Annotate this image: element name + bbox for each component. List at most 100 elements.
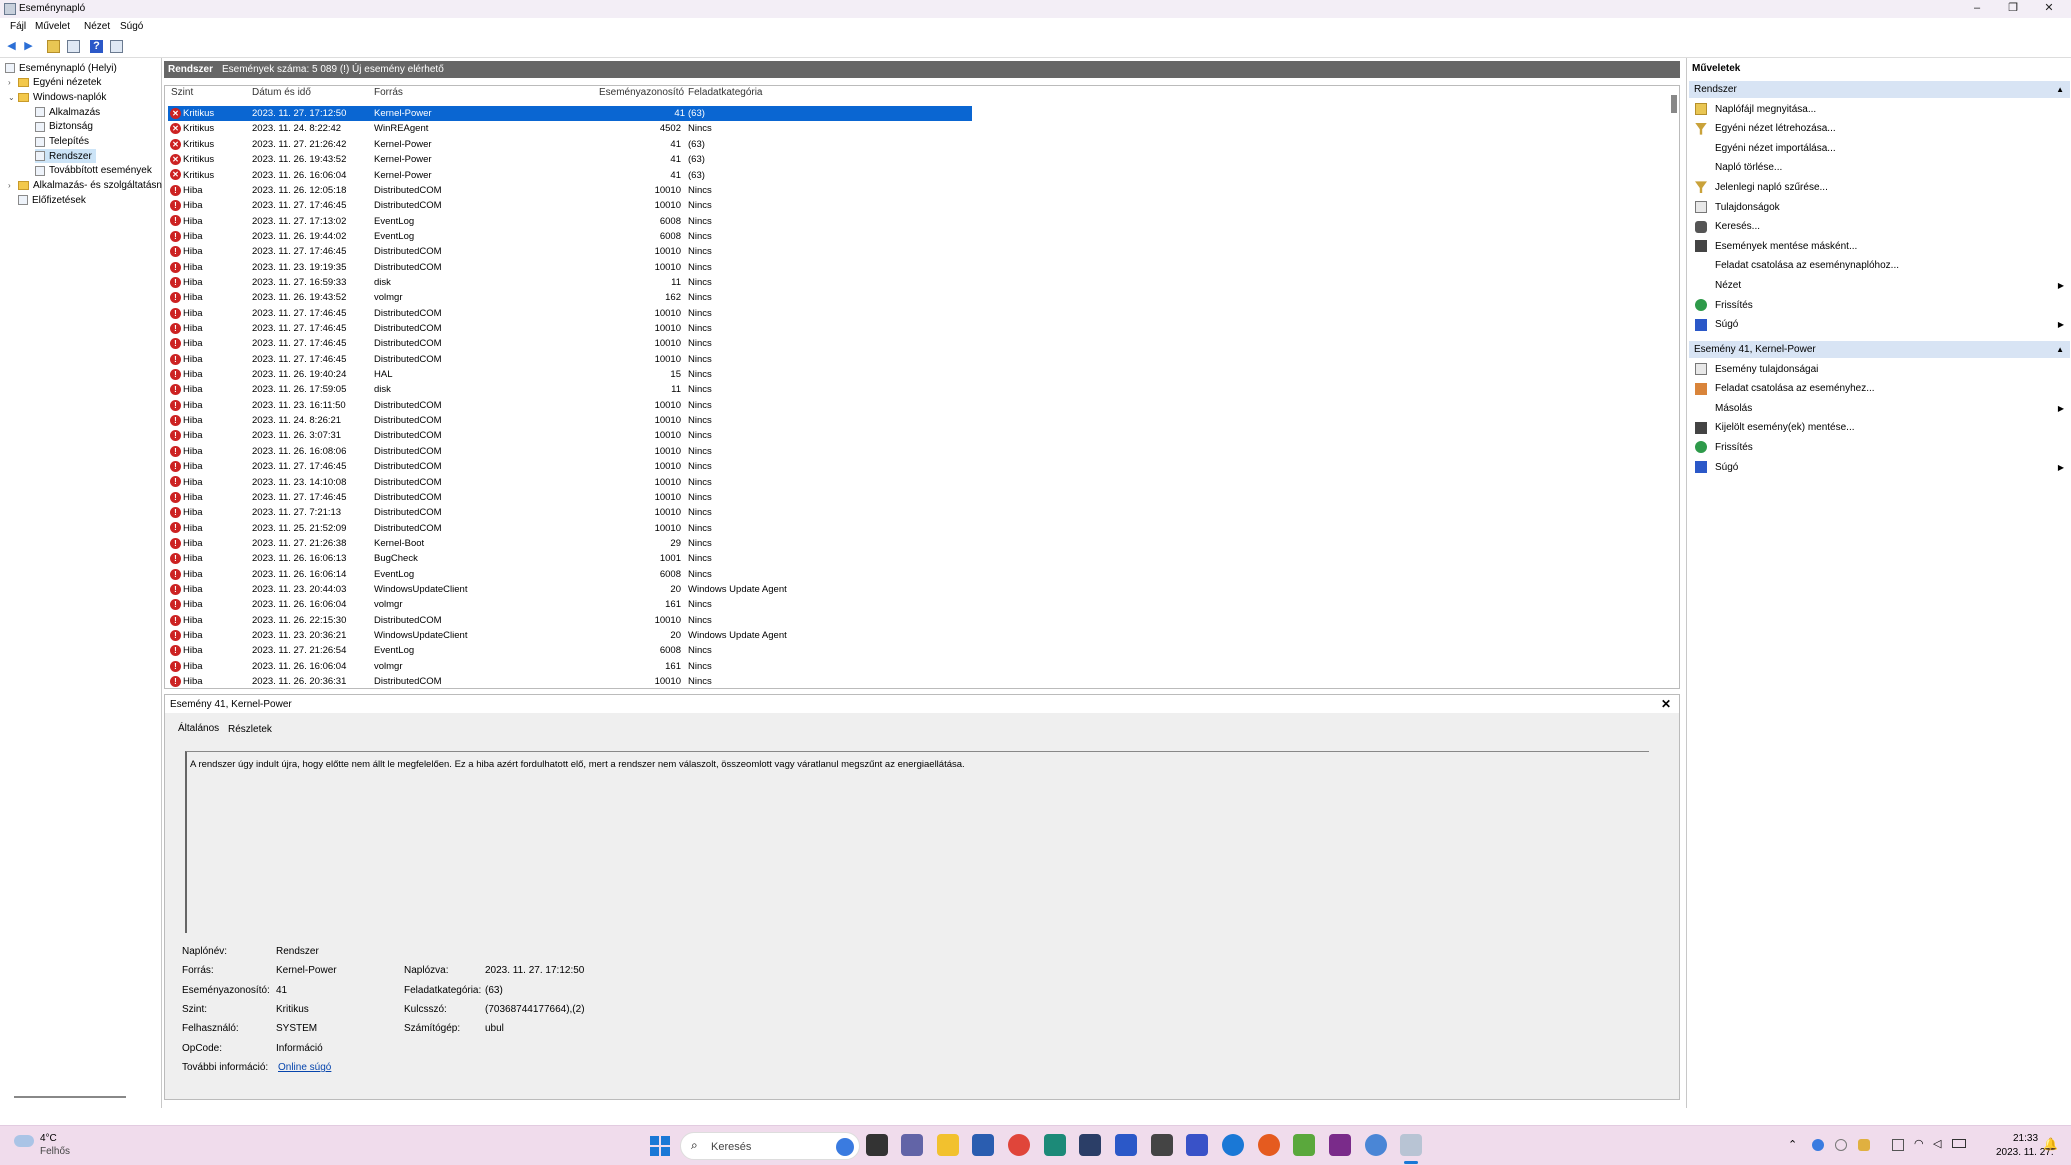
close-button[interactable]: ✕ bbox=[2034, 0, 2064, 18]
table-row[interactable]: ! Hiba 2023. 11. 26. 16:06:13 BugCheck 1001 N… bbox=[168, 551, 968, 566]
collapse-icon[interactable]: ⌄ bbox=[8, 93, 18, 102]
menu-view[interactable]: Nézet bbox=[84, 21, 110, 32]
action-item[interactable]: Nézet ▶ bbox=[1690, 276, 2070, 294]
action-item[interactable]: Súgó ▶ bbox=[1690, 458, 2070, 476]
table-row[interactable]: ! Hiba 2023. 11. 26. 19:40:24 HAL 15 Nincs bbox=[168, 367, 968, 382]
action-item[interactable]: Naplófájl megnyitása... bbox=[1690, 100, 2070, 118]
save-icon[interactable] bbox=[1115, 1134, 1137, 1156]
table-row[interactable]: ! Hiba 2023. 11. 27. 17:13:02 EventLog 6008 N… bbox=[168, 213, 968, 228]
back-icon[interactable]: ◀ bbox=[5, 40, 18, 53]
table-row[interactable]: ! Hiba 2023. 11. 26. 20:36:31 DistributedCO… bbox=[168, 674, 968, 688]
tree-node[interactable]: › Egyéni nézetek bbox=[8, 76, 101, 90]
tree-node[interactable]: ⌄ Windows-naplók bbox=[8, 90, 106, 104]
expand-icon[interactable]: › bbox=[8, 78, 18, 87]
action-item[interactable]: Frissítés bbox=[1690, 438, 2070, 456]
table-row[interactable]: ! Hiba 2023. 11. 26. 12:05:18 DistributedCO… bbox=[168, 183, 968, 198]
table-row[interactable]: ! Hiba 2023. 11. 26. 22:15:30 DistributedCO… bbox=[168, 613, 968, 628]
table-row[interactable]: ! Hiba 2023. 11. 27. 17:46:45 DistributedCO… bbox=[168, 321, 968, 336]
table-row[interactable]: ! Hiba 2023. 11. 26. 17:59:05 disk 11 Nincs bbox=[168, 382, 968, 397]
show-hide-actions-icon[interactable] bbox=[110, 40, 123, 53]
help-icon[interactable]: ? bbox=[90, 40, 103, 53]
table-row[interactable]: ! Hiba 2023. 11. 26. 16:06:04 volmgr 161 Ninc… bbox=[168, 659, 968, 674]
table-row[interactable]: ! Hiba 2023. 11. 26. 16:06:04 volmgr 161 Ninc… bbox=[168, 597, 968, 612]
table-row[interactable]: ! Hiba 2023. 11. 23. 20:36:21 WindowsUpdate… bbox=[168, 628, 968, 643]
table-row[interactable]: ! Hiba 2023. 11. 26. 19:44:02 EventLog 6008 N… bbox=[168, 229, 968, 244]
chrome-icon[interactable] bbox=[1008, 1134, 1030, 1156]
action-item[interactable]: Egyéni nézet létrehozása... bbox=[1690, 120, 2070, 138]
action-item[interactable]: Esemény tulajdonságai bbox=[1690, 360, 2070, 378]
unity-icon[interactable] bbox=[1151, 1134, 1173, 1156]
network-app-icon[interactable] bbox=[1365, 1134, 1387, 1156]
vscode-icon[interactable] bbox=[1186, 1134, 1208, 1156]
action-item[interactable]: Kijelölt esemény(ek) mentése... bbox=[1690, 419, 2070, 437]
collapse-icon[interactable]: ▲ bbox=[2056, 81, 2064, 98]
tray-app-icon[interactable] bbox=[1812, 1139, 1824, 1151]
tab-general[interactable]: Általános bbox=[178, 723, 219, 734]
table-row[interactable]: ✕ Kritikus 2023. 11. 26. 19:43:52 Kernel-Po… bbox=[168, 152, 968, 167]
tray-globe-icon[interactable] bbox=[1835, 1139, 1847, 1151]
collapse-icon[interactable]: ▲ bbox=[2056, 341, 2064, 358]
action-item[interactable]: Másolás ▶ bbox=[1690, 399, 2070, 417]
store-icon[interactable] bbox=[972, 1134, 994, 1156]
tray-app2-icon[interactable] bbox=[1858, 1139, 1870, 1151]
action-item[interactable]: Feladat csatolása az eseménynaplóhoz... bbox=[1690, 257, 2070, 275]
tab-details[interactable]: Részletek bbox=[228, 724, 272, 735]
tree-node[interactable]: Telepítés bbox=[35, 135, 89, 149]
tree-node[interactable]: Továbbított események bbox=[35, 164, 152, 178]
column-header-source[interactable]: Forrás bbox=[374, 87, 403, 101]
app-icon[interactable] bbox=[1044, 1134, 1066, 1156]
online-help-link[interactable]: Online súgó bbox=[278, 1062, 331, 1073]
volume-icon[interactable]: ◁ bbox=[1933, 1137, 1941, 1150]
action-item[interactable]: Frissítés bbox=[1690, 296, 2070, 314]
column-header-task-category[interactable]: Feladatkategória bbox=[688, 87, 763, 101]
tree-node[interactable]: Biztonság bbox=[35, 120, 93, 134]
tree-node[interactable]: › Alkalmazás- és szolgáltatásn bbox=[8, 179, 162, 193]
column-header-event-id[interactable]: Eseményazonosító bbox=[599, 87, 684, 101]
actions-section-log[interactable]: Rendszer ▲ bbox=[1689, 81, 2070, 98]
column-header-date[interactable]: Dátum és idő bbox=[252, 87, 311, 101]
chevron-up-icon[interactable]: ⌃ bbox=[1788, 1138, 1797, 1151]
table-row[interactable]: ! Hiba 2023. 11. 27. 17:46:45 DistributedCO… bbox=[168, 336, 968, 351]
table-row[interactable]: ! Hiba 2023. 11. 23. 20:44:03 WindowsUpdate… bbox=[168, 582, 968, 597]
keyboard-icon[interactable] bbox=[1892, 1139, 1904, 1151]
action-item[interactable]: Súgó ▶ bbox=[1690, 316, 2070, 334]
menu-file[interactable]: Fájl bbox=[10, 21, 26, 32]
action-item[interactable]: Tulajdonságok bbox=[1690, 198, 2070, 216]
table-row[interactable]: ! Hiba 2023. 11. 27. 17:46:45 DistributedCO… bbox=[168, 352, 968, 367]
tree-node[interactable]: Előfizetések bbox=[8, 193, 86, 207]
table-row[interactable]: ✕ Kritikus 2023. 11. 26. 16:06:04 Kernel-Po… bbox=[168, 167, 968, 182]
table-row[interactable]: ! Hiba 2023. 11. 27. 21:26:54 EventLog 6008 N… bbox=[168, 643, 968, 658]
menu-action[interactable]: Művelet bbox=[35, 21, 70, 32]
column-header-level[interactable]: Szint bbox=[171, 87, 193, 101]
minimize-button[interactable]: – bbox=[1962, 0, 1992, 18]
table-row[interactable]: ! Hiba 2023. 11. 27. 17:46:45 DistributedCO… bbox=[168, 306, 968, 321]
table-row[interactable]: ! Hiba 2023. 11. 24. 8:26:21 DistributedCOM… bbox=[168, 413, 968, 428]
table-row[interactable]: ! Hiba 2023. 11. 27. 17:46:45 DistributedCO… bbox=[168, 490, 968, 505]
battery-icon[interactable] bbox=[1952, 1139, 1966, 1148]
taskbar-search[interactable]: ⌕ Keresés bbox=[680, 1132, 860, 1160]
restore-button[interactable]: ❐ bbox=[1998, 0, 2028, 18]
expand-icon[interactable]: › bbox=[8, 181, 18, 190]
bing-icon[interactable] bbox=[836, 1138, 854, 1156]
notification-bell-icon[interactable]: 🔔 bbox=[2043, 1137, 2058, 1151]
table-row[interactable]: ! Hiba 2023. 11. 23. 16:11:50 DistributedCO… bbox=[168, 398, 968, 413]
show-hide-tree-icon[interactable] bbox=[67, 40, 80, 53]
table-row[interactable]: ✕ Kritikus 2023. 11. 27. 17:12:50 Kernel-Po… bbox=[168, 106, 972, 122]
wifi-icon[interactable]: ◠ bbox=[1914, 1137, 1924, 1150]
teams-icon[interactable] bbox=[901, 1134, 923, 1156]
table-row[interactable]: ! Hiba 2023. 11. 23. 14:10:08 DistributedCO… bbox=[168, 474, 968, 489]
table-row[interactable]: ! Hiba 2023. 11. 27. 17:46:45 DistributedCO… bbox=[168, 198, 968, 213]
close-icon[interactable]: ✕ bbox=[1661, 697, 1671, 711]
eventviewer-taskbar-icon[interactable] bbox=[1400, 1134, 1422, 1156]
event-list-scrollbar[interactable] bbox=[1671, 95, 1677, 113]
action-item[interactable]: Jelenlegi napló szűrése... bbox=[1690, 178, 2070, 196]
table-row[interactable]: ✕ Kritikus 2023. 11. 24. 8:22:42 WinREAgent… bbox=[168, 121, 968, 136]
table-row[interactable]: ! Hiba 2023. 11. 26. 16:08:06 DistributedCO… bbox=[168, 444, 968, 459]
action-item[interactable]: Események mentése másként... bbox=[1690, 237, 2070, 255]
edge-icon[interactable] bbox=[1222, 1134, 1244, 1156]
calculator-icon[interactable] bbox=[1079, 1134, 1101, 1156]
table-row[interactable]: ✕ Kritikus 2023. 11. 27. 21:26:42 Kernel-Po… bbox=[168, 137, 968, 152]
table-row[interactable]: ! Hiba 2023. 11. 26. 16:06:14 EventLog 6008 N… bbox=[168, 567, 968, 582]
action-item[interactable]: Napló törlése... bbox=[1690, 159, 2070, 177]
notepad-icon[interactable] bbox=[1293, 1134, 1315, 1156]
